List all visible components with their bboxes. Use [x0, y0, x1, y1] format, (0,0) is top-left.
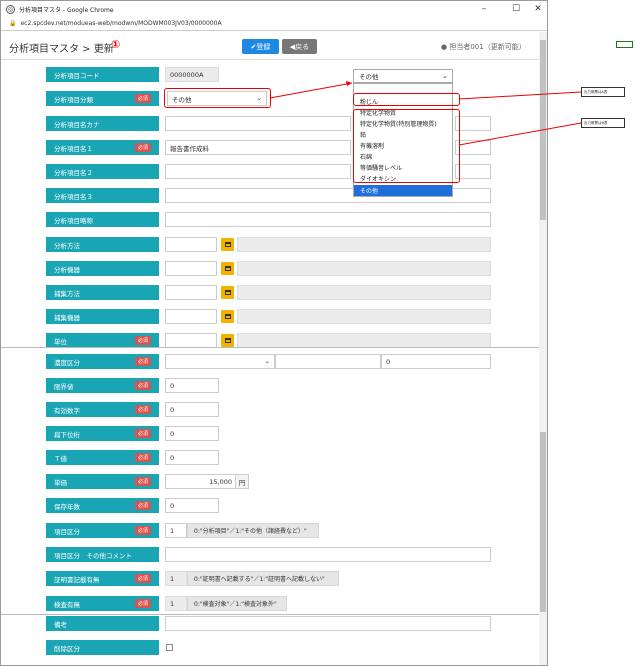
note-a: 出力帳票はA表: [581, 87, 625, 97]
annotation-arrows: [269, 81, 582, 146]
arrowhead: [346, 81, 352, 86]
arrow-note2: [458, 122, 582, 146]
arrow-note1: [458, 91, 582, 100]
green-marker: [616, 41, 633, 48]
arrow-category: [269, 82, 353, 99]
note-b: 出力帳票はB表: [581, 118, 625, 128]
